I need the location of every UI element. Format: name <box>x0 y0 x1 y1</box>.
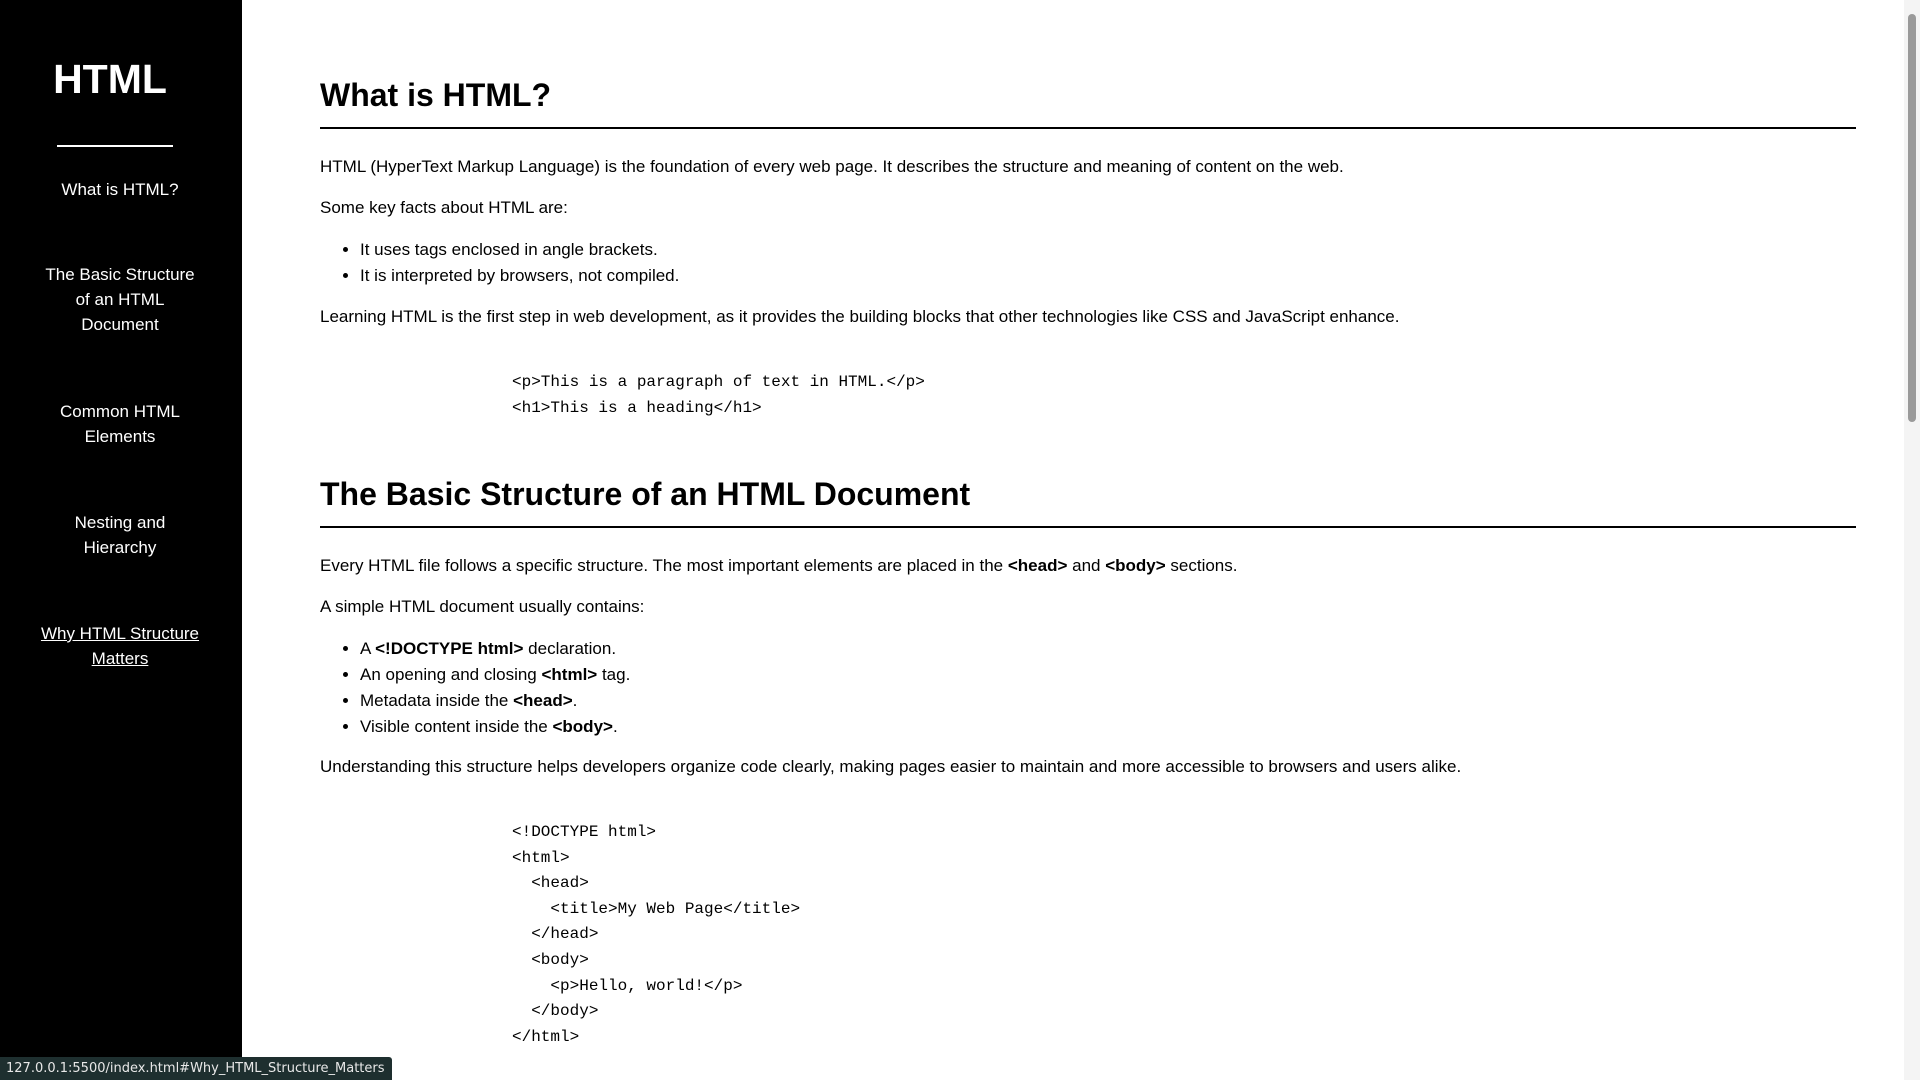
nav-link-why-structure-matters[interactable]: Why HTML Structure Matters <box>40 621 200 671</box>
nav-link-basic-structure[interactable]: The Basic Structure of an HTML Document <box>40 262 200 337</box>
paragraph: Understanding this structure helps devel… <box>320 757 1462 776</box>
code-term: <html> <box>541 665 598 684</box>
list-item: An opening and closing <html> tag. <box>360 662 630 688</box>
nav-title: HTML <box>53 56 167 102</box>
text: . <box>612 717 618 736</box>
section-heading: The Basic Structure of an HTML Document <box>320 474 1856 528</box>
text: sections. <box>1165 556 1238 575</box>
bullet-list: It uses tags enclosed in angle brackets.… <box>320 237 679 289</box>
code-term: <body> <box>1105 556 1166 575</box>
paragraph: Every HTML file follows a specific struc… <box>320 556 1237 576</box>
text: . <box>572 691 578 710</box>
code-block: <p>This is a paragraph of text in HTML.<… <box>512 373 925 417</box>
code-term: <body> <box>552 717 613 736</box>
main-content: What is HTML? HTML (HyperText Markup Lan… <box>320 0 1856 1080</box>
code-term: <head> <box>1007 556 1068 575</box>
text: declaration. <box>523 639 617 658</box>
list-item: It uses tags enclosed in angle brackets. <box>360 237 679 263</box>
text: Visible content inside the <box>360 717 553 736</box>
paragraph: A simple HTML document usually contains: <box>320 597 645 616</box>
sidebar-nav: HTML What is HTML? The Basic Structure o… <box>0 0 242 1080</box>
list-item: Visible content inside the <body>. <box>360 714 630 740</box>
bullet-list: A <!DOCTYPE html> declaration. An openin… <box>320 636 630 740</box>
code-block: <!DOCTYPE html> <html> <head> <title>My … <box>512 823 801 1046</box>
text: and <box>1067 556 1106 575</box>
paragraph: HTML (HyperText Markup Language) is the … <box>320 157 1344 176</box>
text: Every HTML file follows a specific struc… <box>320 556 1008 575</box>
paragraph: Learning HTML is the first step in web d… <box>320 307 1400 326</box>
text: An opening and closing <box>360 665 542 684</box>
text: A <box>360 639 376 658</box>
nav-link-nesting-hierarchy[interactable]: Nesting and Hierarchy <box>40 510 200 560</box>
text: Metadata inside the <box>360 691 514 710</box>
list-item: Metadata inside the <head>. <box>360 688 630 714</box>
text: tag. <box>597 665 631 684</box>
section-heading: What is HTML? <box>320 75 1856 129</box>
list-item: A <!DOCTYPE html> declaration. <box>360 636 630 662</box>
code-term: <!DOCTYPE html> <box>375 639 524 658</box>
vertical-scrollbar[interactable] <box>1904 0 1920 1080</box>
paragraph: Some key facts about HTML are: <box>320 198 568 217</box>
scrollbar-thumb[interactable] <box>1908 14 1916 422</box>
nav-divider <box>57 145 173 147</box>
list-item: It is interpreted by browsers, not compi… <box>360 263 679 289</box>
status-bar-url: 127.0.0.1:5500/index.html#Why_HTML_Struc… <box>0 1057 392 1080</box>
nav-link-what-is-html[interactable]: What is HTML? <box>40 177 200 202</box>
code-term: <head> <box>513 691 573 710</box>
nav-link-common-elements[interactable]: Common HTML Elements <box>40 399 200 449</box>
